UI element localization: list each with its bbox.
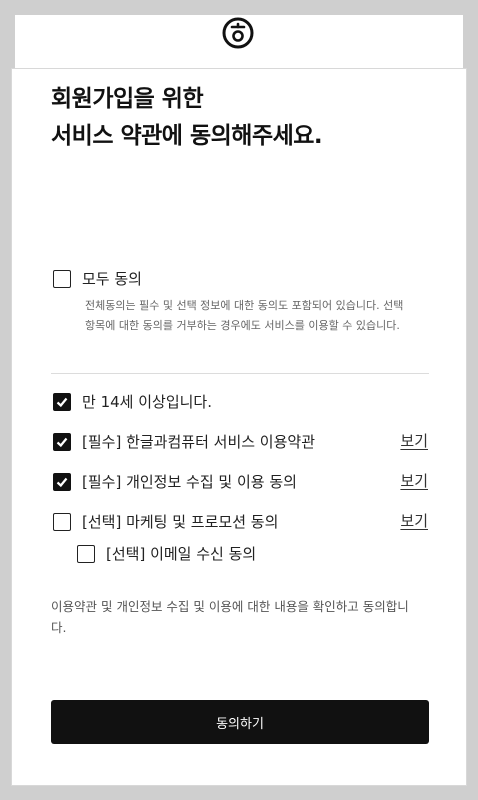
signup-frame: 회원가입을 위한 서비스 약관에 동의해주세요. 모두 동의 전체동의는 필수 …: [11, 15, 467, 786]
agree-all-row[interactable]: 모두 동의: [53, 268, 142, 289]
title-line-2: 서비스 약관에 동의해주세요.: [51, 123, 323, 149]
divider: [51, 373, 429, 374]
terms-view-link[interactable]: 보기: [400, 430, 428, 451]
marketing-view-link[interactable]: 보기: [400, 510, 428, 531]
agree-item-terms[interactable]: [필수] 한글과컴퓨터 서비스 이용약관: [53, 431, 315, 452]
page-title: 회원가입을 위한 서비스 약관에 동의해주세요.: [51, 81, 323, 155]
title-line-1: 회원가입을 위한: [51, 86, 204, 112]
agree-all-checkbox[interactable]: [53, 269, 71, 288]
privacy-view-link[interactable]: 보기: [400, 470, 428, 491]
hancom-logo-icon: [222, 17, 254, 49]
agree-item-marketing[interactable]: [선택] 마케팅 및 프로모션 동의: [53, 511, 278, 532]
agree-item-privacy[interactable]: [필수] 개인정보 수집 및 이용 동의: [53, 471, 297, 492]
terms-label: [필수] 한글과컴퓨터 서비스 이용약관: [82, 433, 316, 451]
agree-item-age[interactable]: 만 14세 이상입니다.: [53, 391, 212, 412]
age-label: 만 14세 이상입니다.: [82, 393, 212, 411]
agree-all-label: 모두 동의: [82, 270, 142, 288]
check-icon: [56, 437, 68, 447]
marketing-label: [선택] 마케팅 및 프로모션 동의: [82, 513, 279, 531]
top-bar: [15, 15, 463, 70]
privacy-checkbox[interactable]: [53, 472, 71, 491]
check-icon: [56, 397, 68, 407]
agree-submit-button[interactable]: 동의하기: [51, 700, 429, 744]
agree-all-description: 전체동의는 필수 및 선택 정보에 대한 동의도 포함되어 있습니다. 선택 항…: [85, 299, 404, 332]
privacy-label: [필수] 개인정보 수집 및 이용 동의: [82, 473, 297, 491]
age-checkbox[interactable]: [53, 392, 71, 411]
consent-notice: 이용약관 및 개인정보 수집 및 이용에 대한 내용을 확인하고 동의합니다.: [51, 599, 409, 635]
email-checkbox[interactable]: [77, 544, 95, 563]
agree-item-email[interactable]: [선택] 이메일 수신 동의: [77, 543, 256, 564]
marketing-checkbox[interactable]: [53, 512, 71, 531]
email-label: [선택] 이메일 수신 동의: [106, 545, 257, 563]
check-icon: [56, 477, 68, 487]
terms-card: [11, 68, 467, 786]
terms-checkbox[interactable]: [53, 432, 71, 451]
